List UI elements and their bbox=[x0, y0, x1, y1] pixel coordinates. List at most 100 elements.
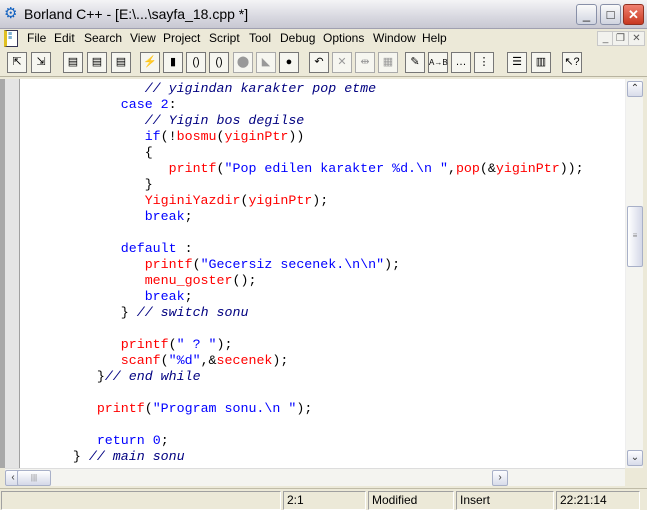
code-token: printf bbox=[144, 257, 193, 272]
menu-window[interactable]: Window bbox=[373, 31, 416, 45]
copy-button[interactable]: ⇹ bbox=[355, 52, 375, 73]
cut-button[interactable]: ✕ bbox=[332, 52, 352, 73]
document-icon[interactable]: ≡ ≡ bbox=[4, 30, 18, 47]
title-bar: ⚙ Borland C++ - [E:\...\sayfa_18.cpp *] … bbox=[0, 0, 647, 29]
code-line[interactable] bbox=[25, 417, 584, 433]
code-token: ( bbox=[168, 337, 177, 352]
build-button[interactable]: ▤ bbox=[111, 52, 131, 73]
code-token: break bbox=[144, 289, 185, 304]
status-bar: 2:1 Modified Insert 22:21:14 bbox=[0, 488, 647, 510]
mdi-restore-button[interactable]: ❐ bbox=[612, 31, 629, 46]
context-help-button[interactable]: ↖? bbox=[562, 52, 582, 73]
search-again-button[interactable]: … bbox=[451, 52, 471, 73]
status-cursor-position: 2:1 bbox=[283, 491, 366, 510]
code-line[interactable] bbox=[25, 385, 584, 401]
stop-button[interactable]: ⬤ bbox=[233, 52, 253, 73]
maximize-button[interactable]: □ bbox=[600, 4, 621, 25]
code-editor[interactable]: // yigindan karakter pop etme case 2: //… bbox=[0, 79, 625, 468]
undo-button[interactable]: ↶ bbox=[309, 52, 329, 73]
code-line[interactable]: break; bbox=[25, 289, 584, 305]
horizontal-scrollbar[interactable]: ‹ ||| › bbox=[5, 468, 625, 486]
code-token: // switch sonu bbox=[128, 305, 249, 320]
menu-debug[interactable]: Debug bbox=[280, 31, 315, 45]
menu-view[interactable]: View bbox=[130, 31, 156, 45]
menu-search[interactable]: Search bbox=[84, 31, 122, 45]
code-token: "Gecersiz secenek.\n\n" bbox=[200, 257, 385, 272]
code-text[interactable]: // yigindan karakter pop etme case 2: //… bbox=[25, 81, 584, 465]
menu-edit[interactable]: Edit bbox=[54, 31, 75, 45]
code-line[interactable]: printf("Gecersiz secenek.\n\n"); bbox=[25, 257, 584, 273]
code-line[interactable]: // yigindan karakter pop etme bbox=[25, 81, 584, 97]
find-button[interactable]: ✎ bbox=[405, 52, 425, 73]
make-icon: ▤ bbox=[91, 56, 103, 68]
code-line[interactable]: default : bbox=[25, 241, 584, 257]
code-token: "Pop edilen karakter %d.\n " bbox=[224, 161, 448, 176]
browse-button[interactable]: ⋮ bbox=[474, 52, 494, 73]
step-button[interactable]: ▮ bbox=[163, 52, 183, 73]
code-line[interactable]: scanf("%d",&secenek); bbox=[25, 353, 584, 369]
code-line[interactable]: YiginiYazdir(yiginPtr); bbox=[25, 193, 584, 209]
code-token: bosmu bbox=[176, 129, 217, 144]
scroll-down-button[interactable]: ⌄ bbox=[627, 450, 643, 466]
code-line[interactable] bbox=[25, 225, 584, 241]
menu-help[interactable]: Help bbox=[422, 31, 447, 45]
borland-app-icon[interactable]: ⚙ bbox=[4, 5, 22, 23]
code-line[interactable]: } // main sonu bbox=[25, 449, 584, 465]
code-line[interactable] bbox=[25, 321, 584, 337]
scroll-up-button[interactable]: ⌃ bbox=[627, 81, 643, 97]
code-token: ( bbox=[144, 401, 153, 416]
vertical-scrollbar[interactable]: ⌃ ≡ ⌄ bbox=[625, 79, 643, 468]
code-line[interactable]: printf("Pop edilen karakter %d.\n ",pop(… bbox=[25, 161, 584, 177]
code-line[interactable]: case 2: bbox=[25, 97, 584, 113]
horizontal-scroll-thumb[interactable]: ||| bbox=[17, 470, 51, 486]
menu-script[interactable]: Script bbox=[209, 31, 240, 45]
open-project-button[interactable]: ⇱ bbox=[7, 52, 27, 73]
scroll-right-button[interactable]: › bbox=[492, 470, 508, 486]
code-line[interactable]: printf("Program sonu.\n "); bbox=[25, 401, 584, 417]
code-line[interactable]: menu_goster(); bbox=[25, 273, 584, 289]
code-line[interactable]: }// end while bbox=[25, 369, 584, 385]
vertical-scroll-thumb[interactable]: ≡ bbox=[627, 206, 643, 267]
menu-tool[interactable]: Tool bbox=[249, 31, 271, 45]
code-token: ; bbox=[160, 433, 169, 448]
menu-options[interactable]: Options bbox=[323, 31, 364, 45]
minimize-button[interactable]: _ bbox=[576, 4, 597, 25]
run-icon: ⚡ bbox=[143, 56, 157, 68]
trace-into-button[interactable]: () bbox=[209, 52, 229, 73]
make-button[interactable]: ▤ bbox=[87, 52, 107, 73]
close-button[interactable]: ✕ bbox=[623, 4, 644, 25]
status-modified: Modified bbox=[368, 491, 454, 510]
run-button[interactable]: ⚡ bbox=[140, 52, 160, 73]
code-line[interactable]: } bbox=[25, 177, 584, 193]
code-token: pop bbox=[455, 161, 480, 176]
code-line[interactable]: { bbox=[25, 145, 584, 161]
breakpoint-button[interactable]: ● bbox=[279, 52, 299, 73]
code-token: } bbox=[96, 369, 105, 384]
mdi-close-button[interactable]: ✕ bbox=[628, 31, 645, 46]
pause-button[interactable]: ◣ bbox=[256, 52, 276, 73]
compile-button[interactable]: ▤ bbox=[63, 52, 83, 73]
replace-icon: A→B bbox=[429, 58, 448, 67]
code-line[interactable]: } // switch sonu bbox=[25, 305, 584, 321]
menu-file[interactable]: File bbox=[27, 31, 46, 45]
paste-icon: ▦ bbox=[382, 56, 394, 68]
step-over-button[interactable]: () bbox=[186, 52, 206, 73]
replace-button[interactable]: A→B bbox=[428, 52, 448, 73]
code-token: (& bbox=[479, 161, 496, 176]
message-window-button[interactable]: ☰ bbox=[507, 52, 527, 73]
code-token: printf bbox=[96, 401, 145, 416]
code-line[interactable]: // Yigin bos degilse bbox=[25, 113, 584, 129]
menu-project[interactable]: Project bbox=[163, 31, 200, 45]
code-token: 2 bbox=[160, 97, 169, 112]
paste-button[interactable]: ▦ bbox=[378, 52, 398, 73]
code-line[interactable]: return 0; bbox=[25, 433, 584, 449]
code-token: (! bbox=[160, 129, 177, 144]
save-project-button[interactable]: ⇲ bbox=[31, 52, 51, 73]
editor-gutter[interactable] bbox=[5, 79, 20, 468]
code-line[interactable]: break; bbox=[25, 209, 584, 225]
code-line[interactable]: printf(" ? "); bbox=[25, 337, 584, 353]
project-window-button[interactable]: ▥ bbox=[531, 52, 551, 73]
code-line[interactable]: if(!bosmu(yiginPtr)) bbox=[25, 129, 584, 145]
code-token: ; bbox=[184, 209, 193, 224]
code-token: yiginPtr bbox=[248, 193, 313, 208]
